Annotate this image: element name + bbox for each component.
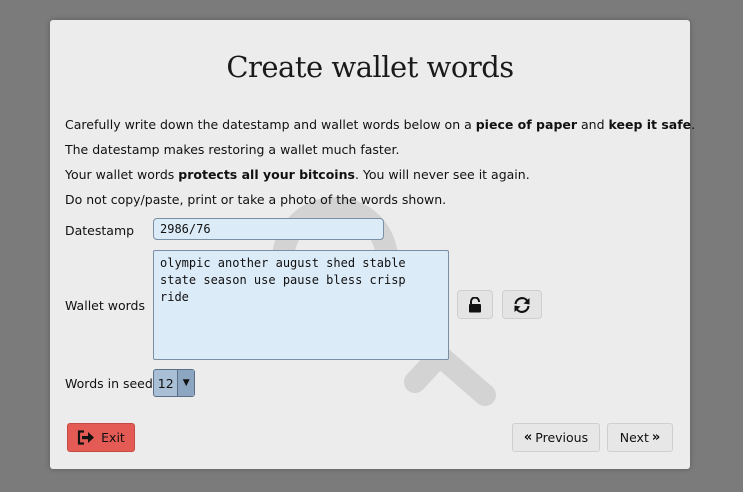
seed-selected-value: 12	[157, 375, 174, 391]
wallet-words-textarea[interactable]: olympic another august shed stable state…	[153, 250, 449, 360]
exit-button[interactable]: Exit	[67, 423, 135, 452]
next-button[interactable]: Next »	[607, 423, 673, 452]
emphasis-bitcoins: protects all your bitcoins	[178, 167, 355, 182]
emphasis-paper: piece of paper	[475, 117, 578, 132]
previous-label: Previous	[535, 430, 589, 445]
double-chevron-left-icon: «	[523, 430, 533, 445]
words-in-seed-label: Words in seed	[65, 376, 153, 391]
create-wallet-dialog: Create wallet words Carefully write down…	[50, 20, 695, 469]
refresh-icon	[514, 296, 530, 313]
regenerate-words-button[interactable]	[502, 290, 542, 319]
exit-icon	[78, 430, 95, 445]
unlock-button[interactable]	[457, 290, 493, 319]
page-title: Create wallet words	[226, 50, 514, 84]
instruction-line-1: Carefully write down the datestamp and w…	[65, 117, 696, 132]
previous-button[interactable]: « Previous	[512, 423, 600, 452]
datestamp-label: Datestamp	[65, 223, 135, 238]
next-label: Next	[619, 430, 649, 445]
words-in-seed-select[interactable]: 12 ▼	[153, 369, 195, 397]
instruction-line-3: Your wallet words protects all your bitc…	[65, 167, 530, 182]
instruction-line-2: The datestamp makes restoring a wallet m…	[65, 142, 400, 157]
double-chevron-right-icon: »	[651, 430, 661, 445]
datestamp-field[interactable]: 2986/76	[153, 218, 384, 240]
emphasis-safe: keep it safe	[608, 117, 692, 132]
instruction-line-4: Do not copy/paste, print or take a photo…	[65, 192, 447, 207]
caret-down-icon: ▼	[177, 370, 194, 396]
unlock-icon	[469, 296, 481, 312]
wallet-words-label: Wallet words	[65, 298, 145, 313]
exit-label: Exit	[101, 430, 125, 445]
